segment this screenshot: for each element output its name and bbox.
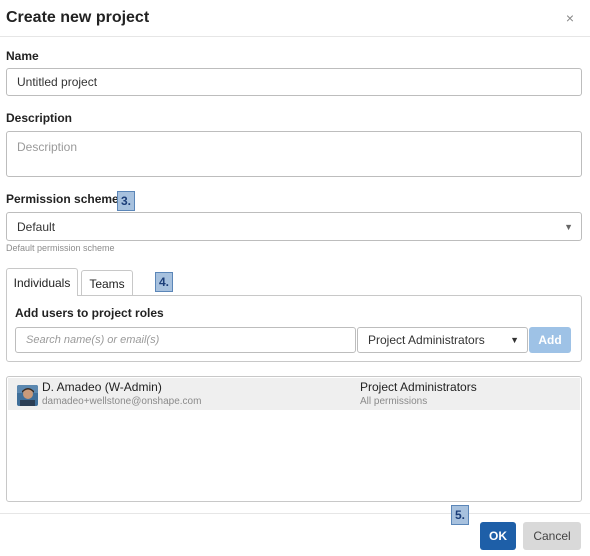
callout-3: 3. [117, 191, 136, 211]
ok-button[interactable]: OK [480, 522, 516, 550]
tab-individuals[interactable]: Individuals [6, 268, 78, 296]
tab-teams-label: Teams [89, 276, 125, 291]
description-label: Description [6, 111, 73, 125]
tab-individuals-label: Individuals [13, 275, 71, 290]
close-icon[interactable]: × [563, 11, 577, 25]
title-divider [0, 36, 590, 37]
permission-scheme-label: Permission scheme [6, 192, 119, 206]
chevron-down-icon: ▼ [510, 335, 519, 345]
member-permissions: All permissions [360, 396, 428, 407]
project-name-input[interactable] [6, 68, 582, 96]
search-users-input[interactable] [15, 327, 356, 353]
individuals-tab-panel: Add users to project roles Project Admin… [6, 295, 582, 362]
tab-teams[interactable]: Teams [81, 270, 133, 296]
role-select-value: Project Administrators [368, 333, 485, 347]
project-members-list: D. Amadeo (W-Admin) damadeo+wellstone@on… [6, 376, 582, 502]
avatar [17, 385, 38, 406]
role-select[interactable]: Project Administrators ▼ [357, 327, 528, 353]
add-user-button[interactable]: Add [529, 327, 571, 353]
callout-5: 5. [451, 505, 470, 525]
name-label: Name [6, 49, 39, 63]
permission-scheme-select[interactable]: Default ▼ [6, 212, 582, 241]
member-email: damadeo+wellstone@onshape.com [42, 396, 202, 407]
dialog-title: Create new project [6, 9, 150, 26]
member-role: Project Administrators [360, 380, 477, 394]
permission-scheme-value: Default [17, 219, 56, 234]
footer-divider [0, 513, 590, 514]
permission-scheme-hint: Default permission scheme [6, 243, 115, 253]
list-item[interactable]: D. Amadeo (W-Admin) damadeo+wellstone@on… [8, 378, 580, 410]
add-users-heading: Add users to project roles [15, 306, 164, 320]
description-textarea[interactable] [6, 131, 582, 177]
cancel-button[interactable]: Cancel [523, 522, 581, 550]
callout-4: 4. [155, 272, 174, 292]
chevron-down-icon: ▼ [564, 221, 573, 232]
member-name: D. Amadeo (W-Admin) [42, 380, 162, 394]
create-project-dialog: Create new project × Name Description Pe… [0, 0, 590, 556]
